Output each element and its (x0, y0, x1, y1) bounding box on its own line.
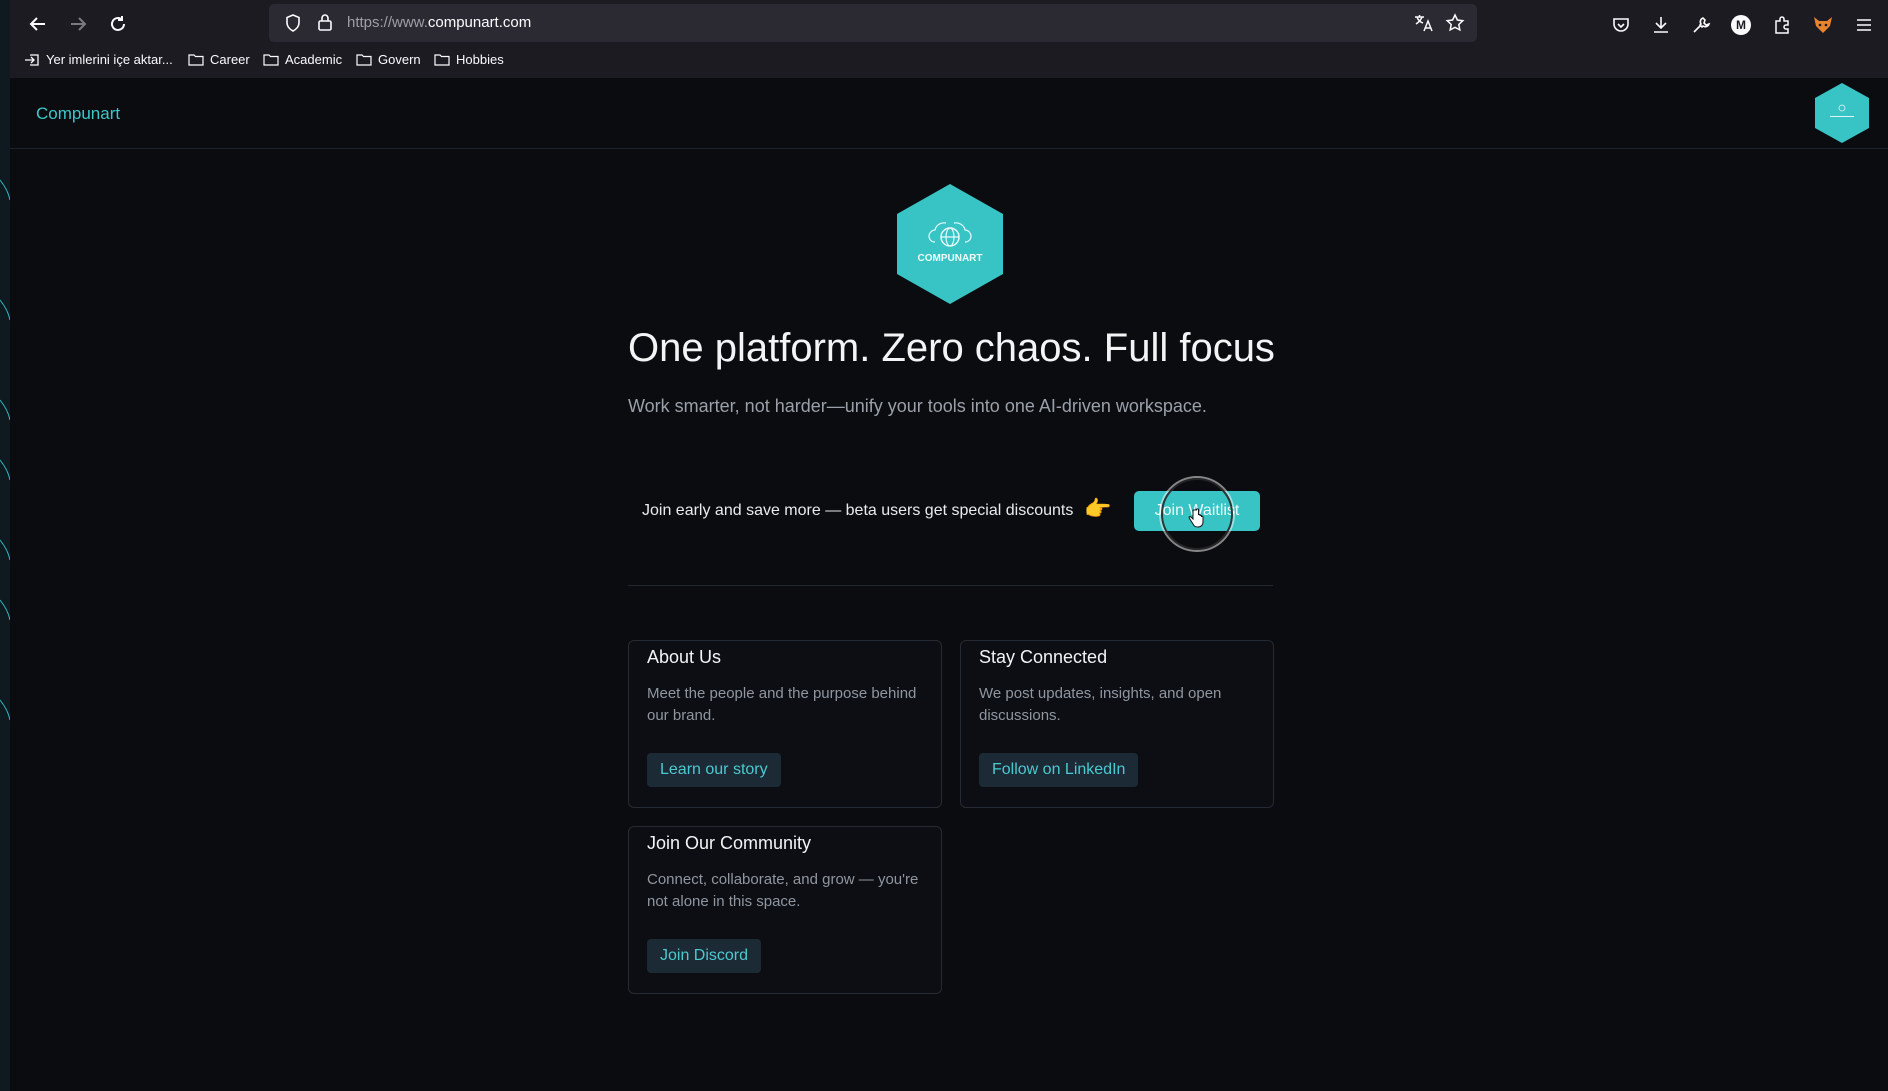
fox-extension-icon[interactable] (1812, 14, 1834, 36)
extensions-icon[interactable] (1771, 14, 1793, 36)
hero-headline: One platform. Zero chaos. Full focus (628, 326, 1275, 370)
menu-icon[interactable] (1853, 14, 1875, 36)
bookmark-label: Academic (285, 52, 343, 67)
card-title: Stay Connected (979, 647, 1108, 667)
brand-link[interactable]: Compunart (36, 104, 120, 124)
desktop-edge (0, 0, 10, 1091)
hero-subhead: Work smarter, not harder—unify your tool… (628, 396, 1207, 416)
folder-icon (263, 54, 279, 66)
url-prefix: https://www. (347, 14, 428, 31)
logo-hex-icon[interactable] (1814, 82, 1870, 144)
card-title: Join Our Community (647, 833, 812, 853)
pocket-icon[interactable] (1610, 14, 1632, 36)
hero-logo: COMPUNART (895, 182, 1005, 309)
bookmark-label: Career (210, 52, 250, 67)
bookmark-folder-academic[interactable]: Academic (263, 52, 342, 67)
reload-button[interactable] (104, 10, 132, 38)
join-discord-button[interactable]: Join Discord (647, 939, 762, 973)
profile-avatar[interactable]: M (1730, 14, 1752, 36)
browser-chrome: https://www.compunart.com M Yer imlerini… (10, 0, 1888, 78)
url-domain: compunart.com (427, 14, 532, 31)
pointing-hand-icon: 👉 (1084, 496, 1112, 521)
url-text[interactable]: https://www.compunart.com (347, 14, 531, 31)
forward-button[interactable] (64, 10, 92, 38)
browser-toolbar: https://www.compunart.com M (10, 4, 1888, 42)
back-arrow-icon (29, 17, 45, 31)
card-title: About Us (647, 647, 722, 667)
downloads-icon[interactable] (1650, 14, 1672, 36)
bookmark-label: Govern (378, 52, 421, 67)
bookmark-folder-govern[interactable]: Govern (356, 52, 421, 67)
follow-linkedin-button[interactable]: Follow on LinkedIn (979, 753, 1139, 787)
url-bar[interactable]: https://www.compunart.com (269, 4, 1477, 42)
back-button[interactable] (24, 10, 52, 38)
learn-our-story-button[interactable]: Learn our story (647, 753, 781, 787)
folder-icon (188, 54, 204, 66)
profile-initial: M (1731, 15, 1751, 35)
bookmark-folder-hobbies[interactable]: Hobbies (434, 52, 504, 67)
folder-icon (434, 54, 450, 66)
bookmark-label: Hobbies (456, 52, 504, 67)
site-header: Compunart (10, 78, 1888, 149)
bookmark-star-icon[interactable] (1445, 13, 1465, 33)
card-description: Connect, collaborate, and grow — you're … (647, 871, 919, 910)
import-icon (25, 53, 39, 66)
reload-icon (111, 16, 125, 31)
cta-text: Join early and save more — beta users ge… (642, 502, 1074, 519)
translate-icon[interactable] (1413, 13, 1433, 33)
bookmarks-bar: Yer imlerini içe aktar... Career Academi… (10, 50, 1888, 72)
shield-icon[interactable] (285, 14, 301, 32)
hand-cursor-icon (1188, 508, 1204, 528)
join-community-card: Join Our Community Connect, collaborate,… (628, 826, 942, 994)
wrench-icon[interactable] (1690, 14, 1712, 36)
logo-wordmark: COMPUNART (918, 253, 983, 264)
folder-icon (356, 54, 372, 66)
bookmark-label: Yer imlerini içe aktar... (46, 52, 173, 67)
card-description: We post updates, insights, and open disc… (979, 685, 1222, 724)
lock-icon[interactable] (317, 13, 333, 31)
stay-connected-card: Stay Connected We post updates, insights… (960, 640, 1274, 808)
forward-arrow-icon (71, 17, 87, 31)
card-description: Meet the people and the purpose behind o… (647, 685, 917, 724)
bookmark-import[interactable]: Yer imlerini içe aktar... (24, 52, 173, 67)
section-divider (628, 585, 1273, 586)
about-us-card: About Us Meet the people and the purpose… (628, 640, 942, 808)
bookmark-folder-career[interactable]: Career (188, 52, 250, 67)
